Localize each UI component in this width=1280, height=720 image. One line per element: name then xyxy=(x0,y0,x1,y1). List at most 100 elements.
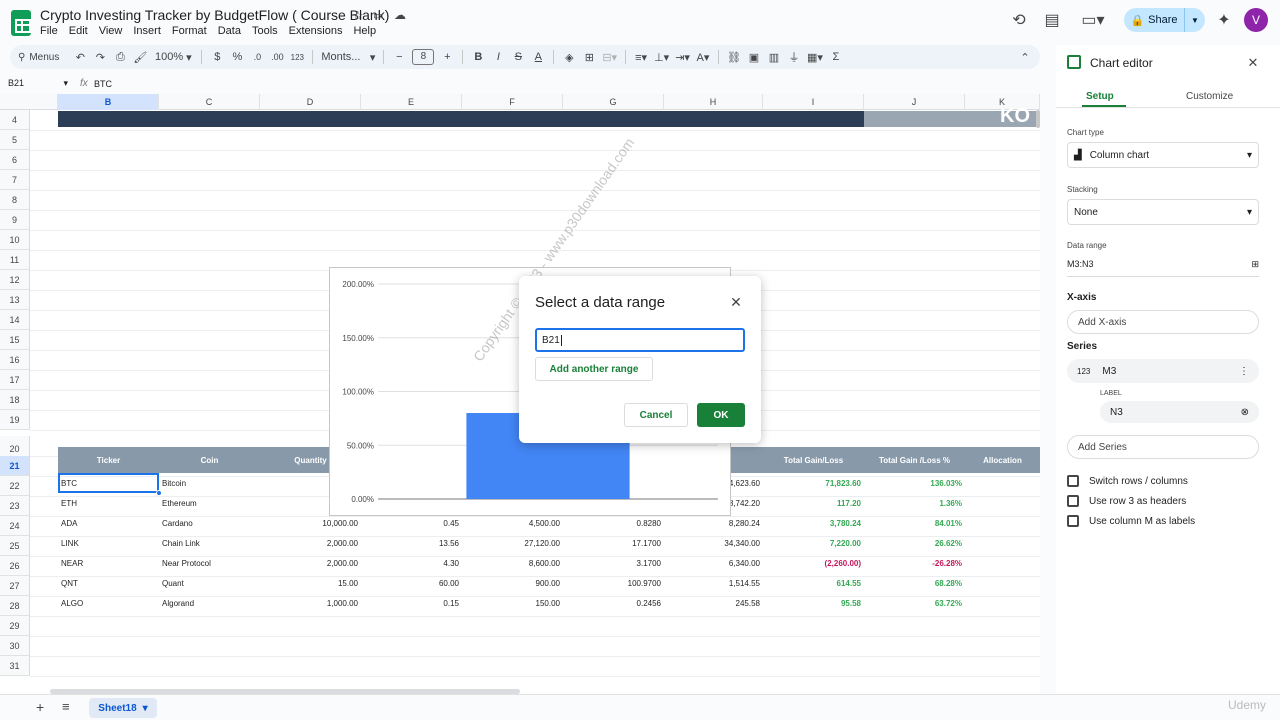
add-another-range-button[interactable]: Add another range xyxy=(535,357,653,381)
remove-label-icon[interactable]: ⊗ xyxy=(1241,407,1249,418)
fill-handle[interactable] xyxy=(156,490,162,496)
collapse-toolbar-icon[interactable]: ⌃ xyxy=(1018,47,1032,67)
table-cell[interactable]: 13.56 xyxy=(361,533,462,553)
text-rotation-icon[interactable]: A▾ xyxy=(696,47,710,67)
row-header[interactable]: 17 xyxy=(0,370,30,390)
table-cell[interactable]: LINK xyxy=(58,533,159,553)
row-header[interactable]: 5 xyxy=(0,130,30,150)
column-header[interactable]: B xyxy=(58,94,159,110)
table-cell[interactable]: 1,000.00 xyxy=(260,593,361,613)
stacking-select[interactable]: None ▾ xyxy=(1067,199,1259,225)
table-cell[interactable]: 136.03% xyxy=(864,473,965,493)
more-vert-icon[interactable]: ⋮ xyxy=(1239,366,1249,377)
row-header[interactable]: 9 xyxy=(0,210,30,230)
add-series-button[interactable]: Add Series xyxy=(1067,435,1259,459)
row-header[interactable]: 8 xyxy=(0,190,30,210)
name-box[interactable]: B21 ▾ xyxy=(8,78,68,92)
table-cell[interactable]: 7,220.00 xyxy=(763,533,864,553)
table-cell[interactable]: 6,340.00 xyxy=(664,553,763,573)
font-size-increase-button[interactable]: + xyxy=(440,47,454,67)
switch-rows-columns-checkbox[interactable]: Switch rows / columns xyxy=(1067,475,1188,487)
row-header[interactable]: 15 xyxy=(0,330,30,350)
table-header-cell[interactable]: Total Gain/Loss xyxy=(763,447,864,473)
row-header[interactable]: 11 xyxy=(0,250,30,270)
table-cell[interactable]: 2,000.00 xyxy=(260,533,361,553)
table-cell[interactable]: 2,000.00 xyxy=(260,553,361,573)
corner-cell[interactable] xyxy=(0,94,58,110)
more-formats-button[interactable]: 123 xyxy=(290,47,304,67)
move-folder-icon[interactable]: ▭ xyxy=(373,9,383,22)
menu-edit[interactable]: Edit xyxy=(69,25,88,37)
horizontal-align-icon[interactable]: ≡▾ xyxy=(634,47,648,67)
ok-button[interactable]: OK xyxy=(697,403,745,427)
use-row-headers-checkbox[interactable]: Use row 3 as headers xyxy=(1067,495,1186,507)
insert-chart-icon[interactable]: ▥ xyxy=(767,47,781,67)
table-cell[interactable]: Chain Link xyxy=(159,533,260,553)
gemini-icon[interactable]: ✦ xyxy=(1212,8,1236,32)
chart-type-select[interactable]: ▟ Column chart ▾ xyxy=(1067,142,1259,168)
table-cell[interactable]: 1,514.55 xyxy=(664,573,763,593)
table-cell[interactable]: 60.00 xyxy=(361,573,462,593)
percent-format-button[interactable]: % xyxy=(230,47,244,67)
row-header[interactable]: 4 xyxy=(0,110,30,130)
add-sheet-icon[interactable]: + xyxy=(36,699,44,715)
borders-icon[interactable]: ⊞ xyxy=(582,47,596,67)
fill-color-icon[interactable]: ◈ xyxy=(562,47,576,67)
menu-format[interactable]: Format xyxy=(172,25,207,37)
document-title[interactable]: Crypto Investing Tracker by BudgetFlow (… xyxy=(40,7,389,23)
sheet-tab[interactable]: Sheet18 ▾ xyxy=(89,698,157,718)
font-size-input[interactable]: 8 xyxy=(412,49,435,65)
row-header[interactable]: 13 xyxy=(0,290,30,310)
font-size-decrease-button[interactable]: − xyxy=(392,47,406,67)
row-header[interactable]: 29 xyxy=(0,616,30,636)
table-header-cell[interactable]: Allocation xyxy=(965,447,1040,473)
range-input[interactable]: B21 xyxy=(535,328,745,352)
table-cell[interactable]: 27,120.00 xyxy=(462,533,563,553)
increase-decimal-button[interactable]: .00 xyxy=(270,47,284,67)
table-cell[interactable]: (2,260.00) xyxy=(763,553,864,573)
table-cell[interactable]: 900.00 xyxy=(462,573,563,593)
history-icon[interactable]: ⟲ xyxy=(1007,8,1031,32)
row-header[interactable]: 7 xyxy=(0,170,30,190)
table-cell[interactable]: 63.72% xyxy=(864,593,965,613)
formula-input[interactable]: BTC xyxy=(94,79,112,89)
column-header[interactable]: C xyxy=(159,94,260,110)
table-cell[interactable]: 100.9700 xyxy=(563,573,664,593)
italic-icon[interactable]: I xyxy=(491,47,505,67)
table-cell[interactable]: Quant xyxy=(159,573,260,593)
use-column-labels-checkbox[interactable]: Use column M as labels xyxy=(1067,515,1195,527)
row-header[interactable]: 14 xyxy=(0,310,30,330)
row-header[interactable]: 6 xyxy=(0,150,30,170)
table-cell[interactable]: 245.58 xyxy=(664,593,763,613)
vertical-scrollbar[interactable] xyxy=(1036,110,1040,128)
table-cell[interactable]: 1.36% xyxy=(864,493,965,513)
menu-insert[interactable]: Insert xyxy=(133,25,161,37)
table-cell[interactable]: 150.00 xyxy=(462,593,563,613)
table-cell[interactable]: ETH xyxy=(58,493,159,513)
row-header[interactable]: 10 xyxy=(0,230,30,250)
table-cell[interactable]: 3,780.24 xyxy=(763,513,864,533)
row-header[interactable]: 21 xyxy=(0,456,30,476)
print-icon[interactable]: ⎙ xyxy=(113,47,127,67)
column-header[interactable]: E xyxy=(361,94,462,110)
column-header[interactable]: D xyxy=(260,94,361,110)
row-header[interactable]: 27 xyxy=(0,576,30,596)
table-cell[interactable]: 8,600.00 xyxy=(462,553,563,573)
sheets-logo-icon[interactable] xyxy=(11,10,31,36)
table-cell[interactable]: 84.01% xyxy=(864,513,965,533)
row-header[interactable]: 19 xyxy=(0,410,30,430)
column-header[interactable]: H xyxy=(664,94,763,110)
table-cell[interactable]: 71,823.60 xyxy=(763,473,864,493)
table-cell[interactable]: Bitcoin xyxy=(159,473,260,493)
text-color-icon[interactable]: A xyxy=(531,47,545,67)
table-cell[interactable]: Cardano xyxy=(159,513,260,533)
row-header[interactable]: 16 xyxy=(0,350,30,370)
tab-setup[interactable]: Setup xyxy=(1086,91,1114,102)
row-header[interactable]: 28 xyxy=(0,596,30,616)
share-button[interactable]: 🔒 Share ▼ xyxy=(1124,8,1205,32)
column-header[interactable]: G xyxy=(563,94,664,110)
table-cell[interactable]: 0.2456 xyxy=(563,593,664,613)
table-cell[interactable]: 68.28% xyxy=(864,573,965,593)
menu-view[interactable]: View xyxy=(99,25,123,37)
series-label-chip[interactable]: N3 ⊗ xyxy=(1100,401,1259,423)
